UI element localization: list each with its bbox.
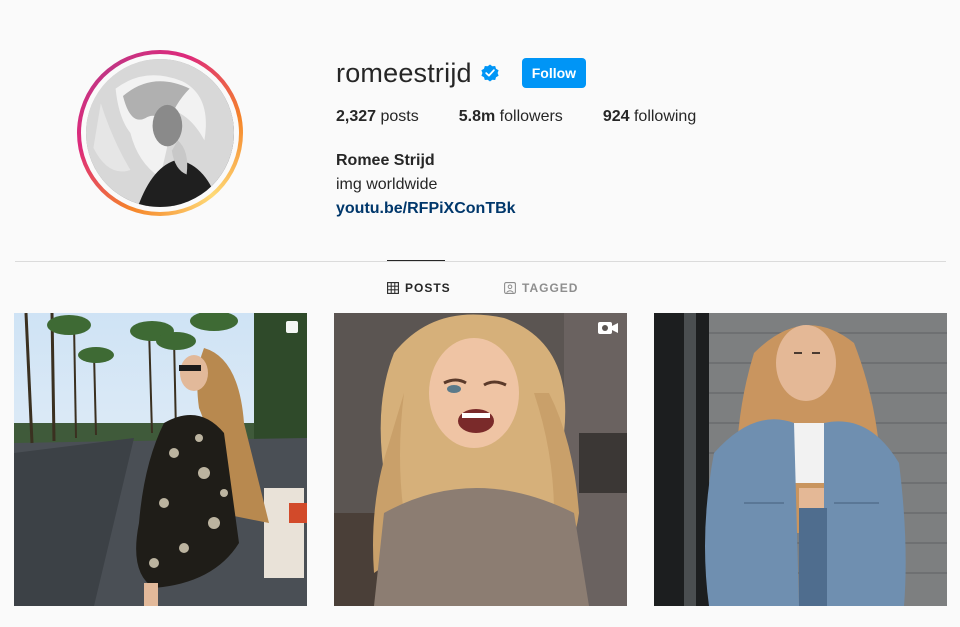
profile-bio-text: img worldwide	[336, 176, 438, 193]
post-image-denim	[654, 313, 947, 606]
tab-posts-label: POSTS	[405, 281, 451, 295]
tab-tagged[interactable]: TAGGED	[504, 281, 578, 295]
carousel-icon	[285, 320, 299, 339]
followers-stat[interactable]: 5.8m followers	[459, 108, 563, 126]
avatar-portrait-image	[86, 59, 234, 207]
tab-posts[interactable]: POSTS	[387, 281, 451, 295]
profile-full-name: Romee Strijd	[336, 152, 435, 169]
following-count: 924	[602, 108, 630, 125]
verified-badge-icon	[480, 63, 500, 83]
followers-label: followers	[499, 108, 563, 125]
tab-tagged-label: TAGGED	[522, 281, 579, 295]
post-image-smiling	[334, 313, 627, 606]
posts-stat: 2,327 posts	[336, 108, 419, 126]
profile-username: romeestrijd	[336, 57, 472, 88]
avatar	[86, 59, 234, 207]
following-label: following	[633, 108, 697, 125]
username-row: romeestrijd Follow	[336, 57, 587, 88]
active-tab-indicator	[387, 260, 445, 261]
avatar-frame	[81, 54, 239, 212]
profile-avatar-story-ring[interactable]	[77, 50, 243, 216]
post-thumbnail[interactable]	[14, 313, 307, 606]
post-thumbnail[interactable]	[654, 313, 947, 606]
follow-button[interactable]: Follow	[521, 58, 587, 88]
tagged-icon	[504, 282, 516, 294]
following-stat[interactable]: 924 following	[603, 108, 696, 126]
posts-count: 2,327	[336, 108, 377, 125]
profile-stats: 2,327 posts 5.8m followers 924 following	[336, 108, 736, 126]
posts-label: posts	[380, 108, 419, 125]
post-image-street	[14, 313, 307, 606]
tabs-divider	[15, 261, 946, 262]
followers-count: 5.8m	[458, 108, 496, 125]
post-thumbnail[interactable]	[334, 313, 627, 606]
video-icon	[597, 320, 619, 341]
profile-external-link[interactable]: youtu.be/RFPiXConTBk	[336, 197, 516, 221]
grid-icon	[387, 282, 399, 294]
profile-bio: Romee Strijd img worldwide youtu.be/RFPi…	[336, 149, 516, 221]
